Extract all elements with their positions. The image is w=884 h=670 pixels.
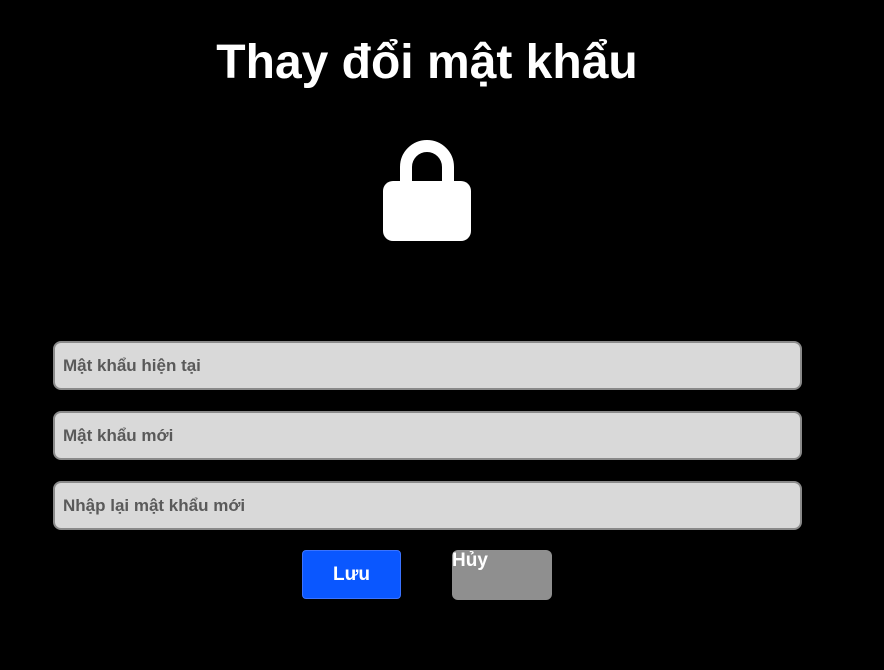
page-title: Thay đổi mật khẩu <box>216 36 638 89</box>
new-password-field[interactable] <box>53 411 802 460</box>
cancel-button[interactable]: Hủy <box>452 550 552 600</box>
save-button[interactable]: Lưu <box>302 550 401 599</box>
lock-icon <box>383 140 471 241</box>
current-password-field[interactable] <box>53 341 802 390</box>
confirm-password-field[interactable] <box>53 481 802 530</box>
change-password-page: Thay đổi mật khẩu Lưu Hủy <box>0 0 884 670</box>
cancel-button-label: Hủy <box>452 550 488 571</box>
